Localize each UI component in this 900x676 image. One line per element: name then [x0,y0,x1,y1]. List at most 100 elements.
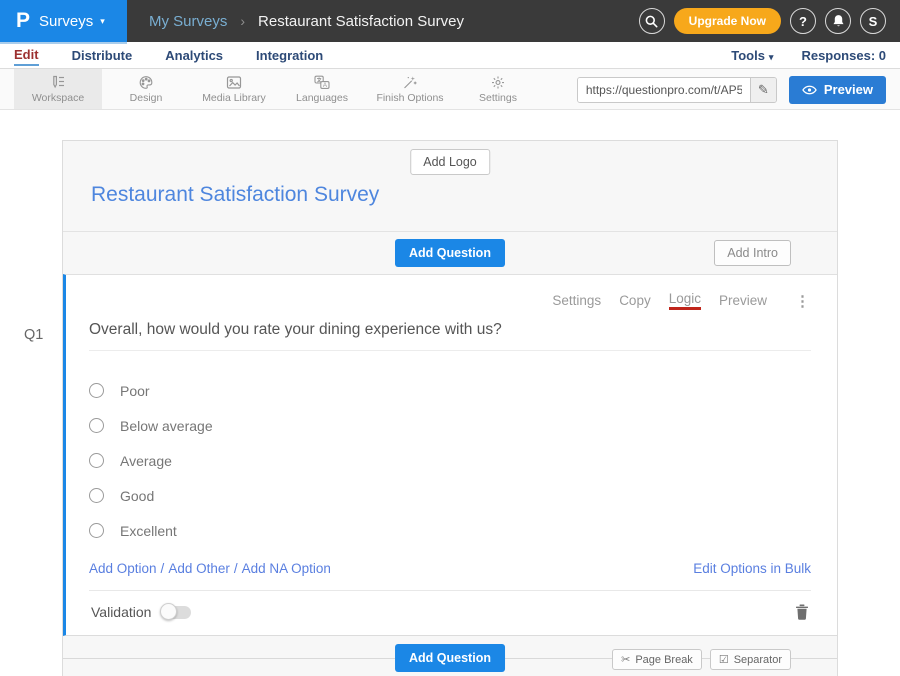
bottom-right-buttons: ✂ Page Break ☑ Separator [612,649,791,670]
radio-icon[interactable] [89,488,104,503]
secondary-nav: Edit Distribute Analytics Integration To… [0,42,900,69]
breadcrumb-my-surveys[interactable]: My Surveys [149,13,227,30]
scissors-icon: ✂ [621,653,630,666]
add-question-button-top[interactable]: Add Question [395,239,505,267]
eye-icon [802,85,817,95]
delete-question-button[interactable] [795,604,809,620]
chevron-down-icon: ▾ [769,52,774,62]
radio-icon[interactable] [89,383,104,398]
answer-options: Poor Below average Average Good Excellen… [89,373,811,548]
validation-row: Validation [89,590,811,635]
radio-icon[interactable] [89,418,104,433]
option-row-average[interactable]: Average [89,443,811,478]
toolbar-item-finish-options[interactable]: Finish Options [366,69,454,109]
question-mark-icon: ? [799,14,807,29]
link-separator: / [161,561,165,576]
tab-analytics[interactable]: Analytics [165,46,223,65]
add-intro-button[interactable]: Add Intro [714,240,791,266]
search-button[interactable] [639,8,665,34]
edit-options-in-bulk-link[interactable]: Edit Options in Bulk [693,561,811,576]
option-links-row: Add Option/Add Other/Add NA Option Edit … [89,561,811,576]
option-label[interactable]: Good [120,488,154,504]
question-settings-link[interactable]: Settings [552,293,601,308]
trash-icon [795,604,809,620]
question-actions: Settings Copy Logic Preview ⋮ [89,275,811,310]
page-break-button[interactable]: ✂ Page Break [612,649,702,670]
add-question-button-bottom[interactable]: Add Question [395,644,505,672]
validation-label: Validation [91,604,151,620]
magic-wand-icon [402,75,418,90]
toolbar-item-workspace[interactable]: Workspace [14,69,102,109]
search-icon [645,15,658,28]
avatar-initial: S [869,14,878,29]
chevron-down-icon: ▾ [100,16,105,27]
breadcrumb-separator-icon: › [240,13,245,29]
add-other-link[interactable]: Add Other [168,561,230,576]
add-option-link[interactable]: Add Option [89,561,157,576]
toolbar-right-group: ✎ Preview [577,69,886,110]
separator-box-icon: ☑ [719,653,729,666]
option-label[interactable]: Below average [120,418,213,434]
validation-toggle[interactable] [161,606,191,619]
toolbar-item-label: Settings [479,92,517,104]
edit-url-button[interactable]: ✎ [750,78,776,102]
questionpro-logo-icon: P [16,9,30,33]
add-option-links: Add Option/Add Other/Add NA Option [89,561,331,576]
app-logo-menu[interactable]: P Surveys ▾ [0,0,127,42]
notifications-button[interactable] [825,8,851,34]
survey-card: Add Logo Restaurant Satisfaction Survey … [62,140,838,676]
toolbar-item-label: Design [130,92,163,104]
toggle-knob[interactable] [160,603,177,620]
question-logic-link[interactable]: Logic [669,291,701,310]
tab-distribute[interactable]: Distribute [72,46,133,65]
survey-url-input[interactable] [578,78,750,102]
toolbar-item-media-library[interactable]: Media Library [190,69,278,109]
option-label[interactable]: Excellent [120,523,177,539]
breadcrumb-current-survey: Restaurant Satisfaction Survey [258,13,464,30]
product-name: Surveys [39,13,93,30]
option-row-below-average[interactable]: Below average [89,408,811,443]
toolbar-item-label: Finish Options [376,92,443,104]
bell-icon [832,14,845,28]
toolbar-item-label: Languages [296,92,348,104]
toolbar-item-label: Media Library [202,92,266,104]
radio-icon[interactable] [89,453,104,468]
question-text[interactable]: Overall, how would you rate your dining … [89,321,811,351]
toolbar-item-languages[interactable]: A Languages [278,69,366,109]
link-separator: / [234,561,238,576]
gear-icon [490,75,506,90]
breadcrumb: My Surveys › Restaurant Satisfaction Sur… [149,13,464,30]
option-row-excellent[interactable]: Excellent [89,513,811,548]
tab-integration[interactable]: Integration [256,46,323,65]
toolbar-item-design[interactable]: Design [102,69,190,109]
add-na-option-link[interactable]: Add NA Option [242,561,331,576]
option-row-good[interactable]: Good [89,478,811,513]
tools-menu[interactable]: Tools▾ [731,48,773,63]
question-preview-link[interactable]: Preview [719,293,767,308]
question-block-q1: Q1 Settings Copy Logic Preview ⋮ Overall… [63,274,837,636]
palette-icon [138,75,154,90]
top-bar: P Surveys ▾ My Surveys › Restaurant Sati… [0,0,900,42]
question-copy-link[interactable]: Copy [619,293,651,308]
preview-button[interactable]: Preview [789,76,886,104]
upgrade-now-button[interactable]: Upgrade Now [674,8,781,34]
nav-right-group: Tools▾ Responses: 0 [731,48,886,63]
option-label[interactable]: Average [120,453,172,469]
add-logo-button[interactable]: Add Logo [410,149,490,175]
toolbar-item-settings[interactable]: Settings [454,69,542,109]
workspace-icon [50,75,66,90]
survey-url-group: ✎ [577,77,777,103]
help-button[interactable]: ? [790,8,816,34]
add-question-band-top: Add Question Add Intro [63,232,837,274]
option-row-poor[interactable]: Poor [89,373,811,408]
option-label[interactable]: Poor [120,383,150,399]
responses-count[interactable]: Responses: 0 [801,48,886,63]
tab-edit[interactable]: Edit [14,45,39,66]
editor-toolbar: Workspace Design Media Library A Languag… [0,69,900,110]
survey-title[interactable]: Restaurant Satisfaction Survey [91,183,809,207]
account-avatar[interactable]: S [860,8,886,34]
radio-icon[interactable] [89,523,104,538]
kebab-menu-icon[interactable]: ⋮ [795,292,811,310]
pencil-icon: ✎ [758,82,769,98]
separator-button[interactable]: ☑ Separator [710,649,791,670]
